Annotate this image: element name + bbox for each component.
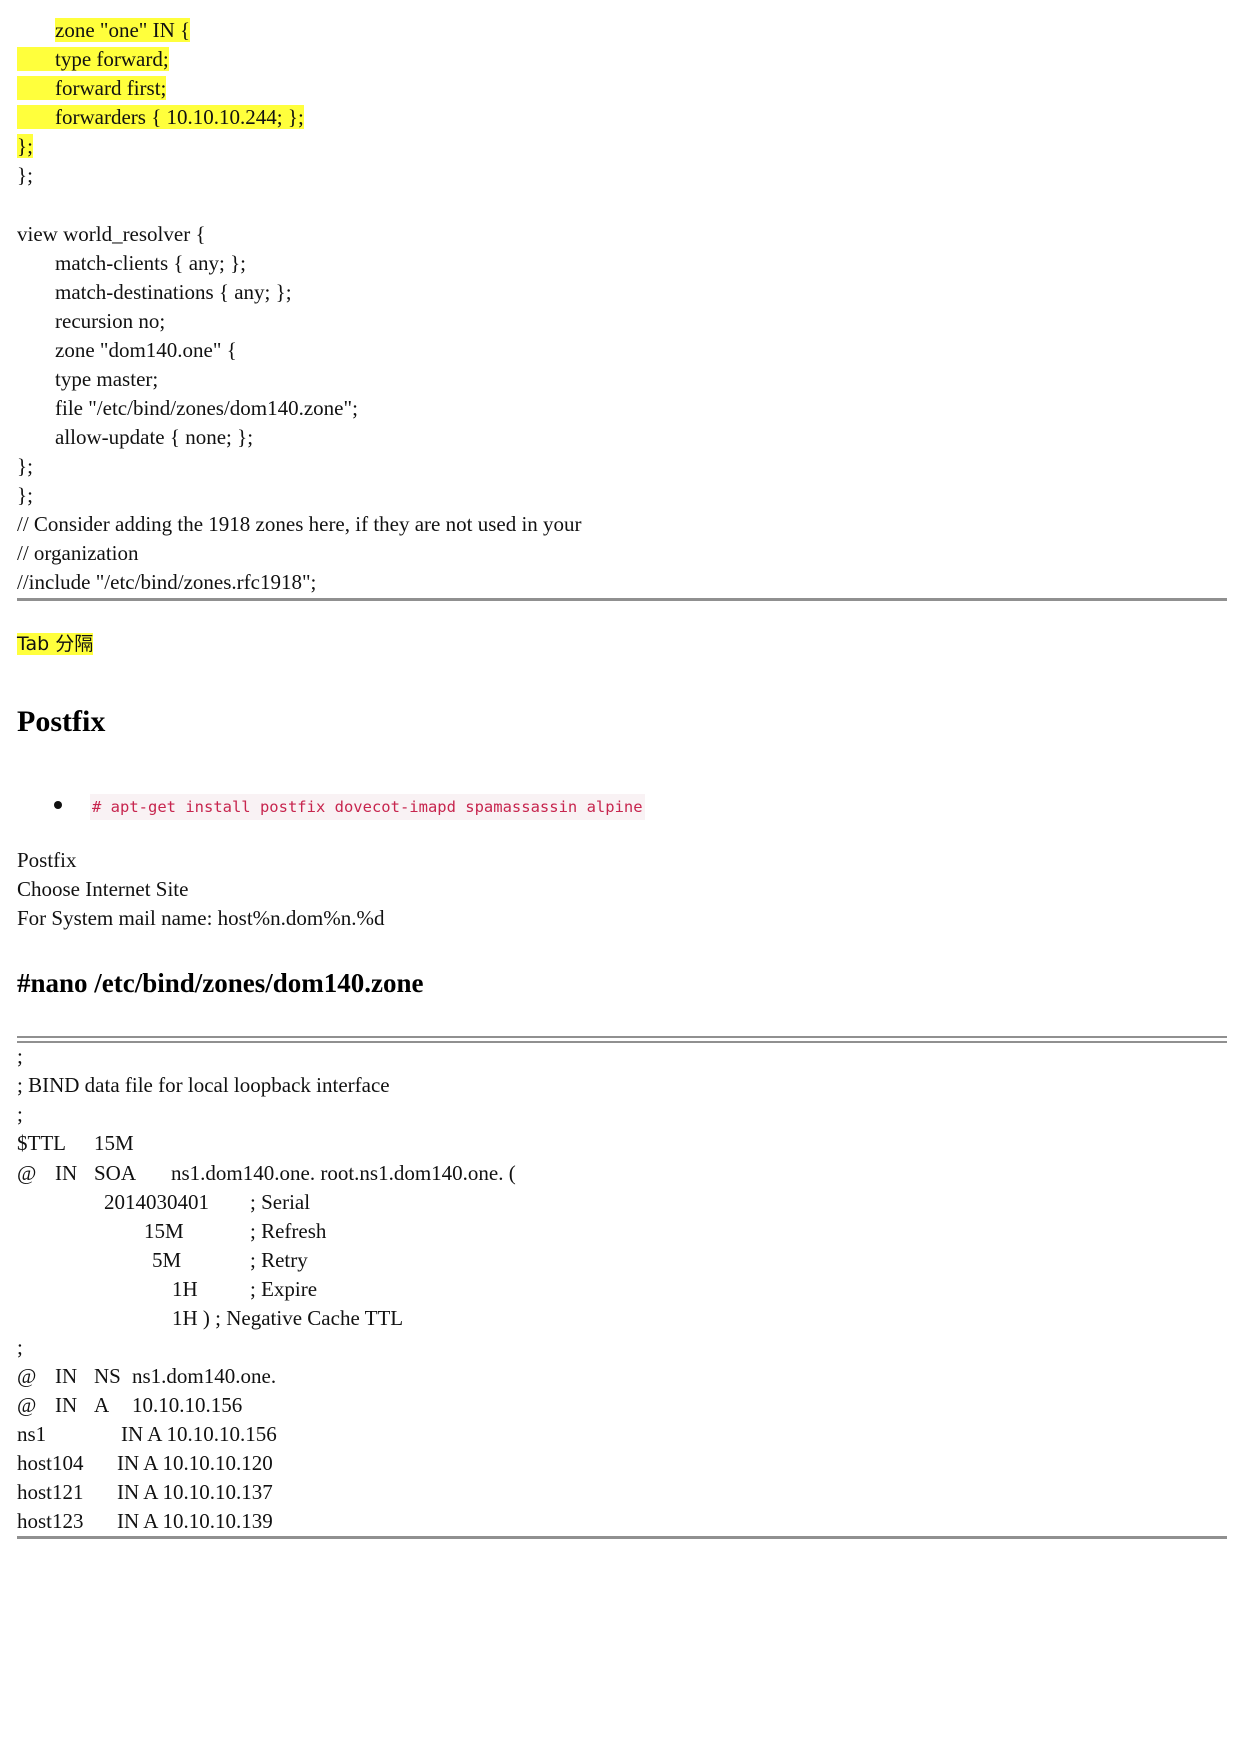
tab-note: Tab 分隔 <box>17 627 94 659</box>
soa-value: ns1.dom140.one. root.ns1.dom140.one. ( <box>171 1161 516 1185</box>
code-comment: // organization <box>17 541 139 565</box>
record-name: @ <box>17 1393 37 1417</box>
soa-expire-comment: ; Expire <box>250 1277 318 1301</box>
record-type: A <box>94 1393 110 1417</box>
code-line: }; <box>17 454 33 478</box>
host-record: IN A 10.10.10.137 <box>117 1480 273 1504</box>
host-name: host104 <box>17 1451 84 1475</box>
code-comment: //include "/etc/bind/zones.rfc1918"; <box>17 570 317 594</box>
horizontal-rule <box>17 1536 1227 1539</box>
code-line: zone "dom140.one" { <box>55 338 237 362</box>
record-class: IN <box>55 1364 78 1388</box>
code-line: file "/etc/bind/zones/dom140.zone"; <box>55 396 358 420</box>
text-line: Choose Internet Site <box>17 877 189 901</box>
code-text: }; <box>17 134 33 158</box>
code-line: }; <box>17 130 33 162</box>
zone-comment: ; <box>17 1102 23 1126</box>
soa-class: IN <box>55 1161 78 1185</box>
host-record: IN A 10.10.10.156 <box>121 1422 277 1446</box>
install-command-code: # apt-get install postfix dovecot-imapd … <box>90 794 645 820</box>
record-value: ns1.dom140.one. <box>132 1364 277 1388</box>
soa-serial-value: 2014030401 <box>104 1190 209 1214</box>
soa-negative-ttl: 1H ) ; Negative Cache TTL <box>172 1306 404 1330</box>
code-line: forwarders { 10.10.10.244; }; <box>17 101 304 133</box>
code-text: forwarders { 10.10.10.244; }; <box>17 105 304 129</box>
code-text: type forward; <box>17 47 169 71</box>
section-heading-zone-file: #nano /etc/bind/zones/dom140.zone <box>17 968 424 998</box>
code-text: forward first; <box>17 76 167 100</box>
zone-comment: ; <box>17 1335 23 1359</box>
code-line: forward first; <box>17 72 167 104</box>
code-line: }; <box>17 163 33 187</box>
soa-refresh-comment: ; Refresh <box>250 1219 327 1243</box>
ttl-key: $TTL <box>17 1131 66 1155</box>
host-name: host121 <box>17 1480 84 1504</box>
soa-serial-comment: ; Serial <box>250 1190 311 1214</box>
list-bullet <box>54 801 62 809</box>
host-name: host123 <box>17 1509 84 1533</box>
code-line: match-destinations { any; }; <box>55 280 292 304</box>
code-comment: // Consider adding the 1918 zones here, … <box>17 512 582 536</box>
soa-retry-comment: ; Retry <box>250 1248 308 1272</box>
soa-retry-value: 5M <box>152 1248 182 1272</box>
tab-note-text: Tab 分隔 <box>17 633 94 655</box>
horizontal-rule <box>17 1036 1227 1043</box>
section-heading-postfix: Postfix <box>17 705 106 738</box>
soa-type: SOA <box>94 1161 137 1185</box>
zone-comment: ; BIND data file for local loopback inte… <box>17 1073 390 1097</box>
code-line: view world_resolver { <box>17 222 206 246</box>
host-record: IN A 10.10.10.139 <box>117 1509 273 1533</box>
text-line: Postfix <box>17 848 77 872</box>
record-class: IN <box>55 1393 78 1417</box>
horizontal-rule <box>17 598 1227 601</box>
soa-origin: @ <box>17 1161 37 1185</box>
record-value: 10.10.10.156 <box>132 1393 243 1417</box>
code-line: }; <box>17 483 33 507</box>
host-record: IN A 10.10.10.120 <box>117 1451 273 1475</box>
record-name: @ <box>17 1364 37 1388</box>
code-line: allow-update { none; }; <box>55 425 254 449</box>
zone-comment: ; <box>17 1044 23 1068</box>
code-text: zone "one" IN { <box>55 18 191 42</box>
record-type: NS <box>94 1364 121 1388</box>
text-line: For System mail name: host%n.dom%n.%d <box>17 906 385 930</box>
soa-expire-value: 1H <box>172 1277 198 1301</box>
document-page: zone "one" IN { type forward; forward fi… <box>0 0 1240 1753</box>
code-line: recursion no; <box>55 309 166 333</box>
soa-refresh-value: 15M <box>144 1219 184 1243</box>
ttl-value: 15M <box>94 1131 134 1155</box>
code-line: type master; <box>55 367 159 391</box>
code-line: type forward; <box>17 43 169 75</box>
code-line: zone "one" IN { <box>55 14 191 46</box>
code-line: match-clients { any; }; <box>55 251 247 275</box>
host-name: ns1 <box>17 1422 47 1446</box>
